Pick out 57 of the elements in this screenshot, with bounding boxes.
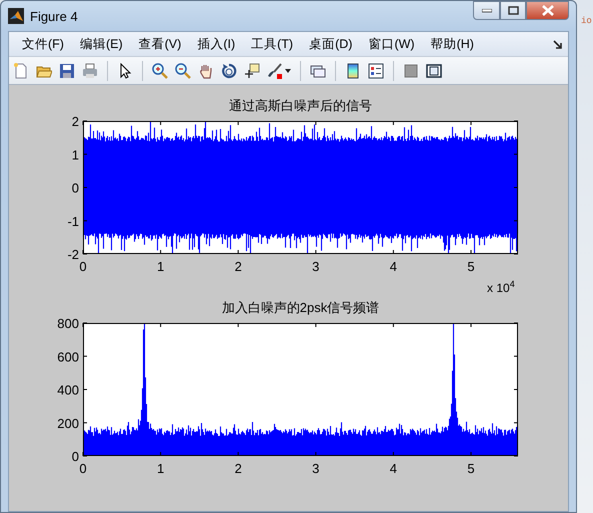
plot-title: 通过高斯白噪声后的信号	[229, 98, 372, 113]
print-icon[interactable]	[82, 62, 98, 78]
maximize-icon	[508, 6, 518, 15]
hand-icon[interactable]	[198, 62, 214, 78]
x-tick-label: 1	[156, 259, 164, 274]
square-icon[interactable]	[403, 62, 419, 78]
background-window-text: io	[581, 16, 592, 26]
window-title: Figure 4	[30, 8, 78, 24]
dock-arrow-icon[interactable]	[553, 40, 562, 48]
new-file-icon[interactable]	[13, 62, 29, 78]
y-tick-label: 0	[72, 449, 79, 464]
y-tick-label: 0	[72, 180, 79, 196]
y-tick-label: 600	[57, 349, 79, 364]
menu-item[interactable]: 工具(T)	[244, 32, 300, 56]
x-tick-label: 3	[312, 259, 320, 274]
menu-item[interactable]: 查看(V)	[132, 32, 188, 56]
menu-item[interactable]: 编辑(E)	[72, 32, 130, 56]
plot-title: 加入白噪声的2psk信号频谱	[222, 300, 380, 315]
maximize-button[interactable]	[500, 1, 526, 20]
y-tick-label: -1	[67, 214, 79, 229]
panel-icon[interactable]	[426, 62, 442, 78]
zoom-in-icon[interactable]	[152, 62, 168, 78]
rotate-icon[interactable]	[221, 62, 237, 78]
y-tick-label: 1	[72, 147, 79, 162]
link-icon[interactable]	[310, 62, 326, 78]
x-tick-label: 0	[79, 259, 87, 274]
y-tick-label: 400	[57, 382, 79, 398]
x-tick-label: 0	[79, 461, 87, 476]
minimize-icon	[482, 8, 492, 12]
y-tick-label: 800	[57, 316, 79, 331]
close-button[interactable]	[526, 1, 569, 20]
menu-item[interactable]: 窗口(W)	[361, 32, 422, 56]
save-icon[interactable]	[59, 62, 75, 78]
axis-exponent-label: x 10$^{4}$	[487, 279, 515, 295]
close-icon	[542, 5, 554, 16]
menu-item[interactable]: 帮助(H)	[424, 32, 481, 56]
x-tick-label: 1	[156, 461, 164, 476]
x-tick-label: 2	[234, 259, 242, 274]
y-tick-label: -2	[67, 247, 79, 262]
minimize-button[interactable]	[473, 1, 500, 20]
x-tick-label: 3	[312, 461, 320, 476]
x-tick-label: 4	[390, 461, 398, 476]
brush-icon[interactable]	[267, 62, 283, 78]
x-tick-label: 2	[234, 461, 242, 476]
app-logo-icon	[8, 8, 24, 24]
data-cursor-icon[interactable]	[244, 62, 260, 78]
colorbar-icon[interactable]	[345, 62, 361, 78]
menu-item[interactable]: 桌面(D)	[302, 32, 360, 56]
x-tick-label: 5	[467, 461, 475, 476]
x-tick-label: 5	[467, 259, 475, 274]
menu-item[interactable]: 插入(I)	[190, 32, 242, 56]
x-tick-label: 4	[390, 259, 398, 274]
legend-icon[interactable]	[368, 62, 384, 78]
menu-item[interactable]: 文件(F)	[15, 32, 71, 56]
y-tick-label: 2	[72, 114, 79, 129]
zoom-out-icon[interactable]	[175, 62, 191, 78]
y-tick-label: 200	[57, 416, 79, 431]
